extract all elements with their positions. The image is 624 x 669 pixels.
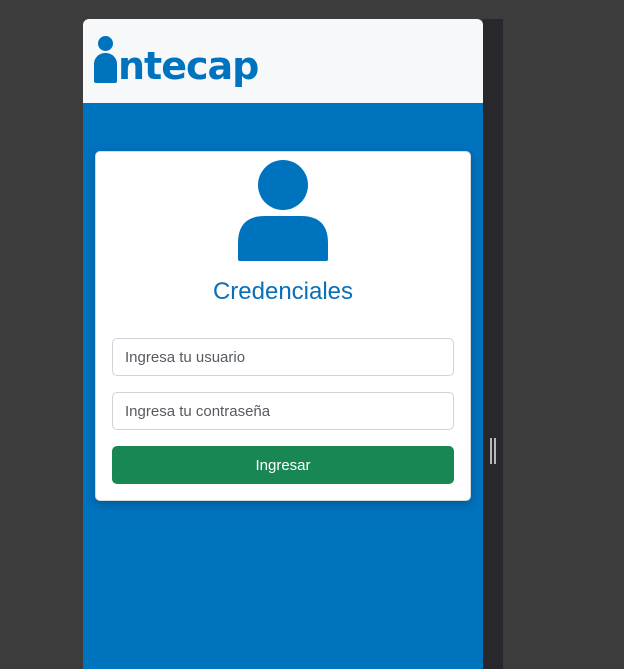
resize-handle[interactable] — [489, 438, 497, 466]
mobile-viewport: ntecap Credenciales Ingresar — [83, 19, 483, 669]
user-icon — [238, 160, 328, 261]
username-input[interactable] — [112, 338, 454, 376]
intecap-logo[interactable]: ntecap — [94, 29, 259, 91]
login-button[interactable]: Ingresar — [112, 446, 454, 484]
site-header: ntecap — [83, 19, 483, 103]
logo-text: ntecap — [118, 44, 259, 88]
logo-i-mark — [94, 29, 117, 91]
login-card: Credenciales Ingresar — [95, 151, 471, 501]
card-title: Credenciales — [212, 278, 354, 305]
password-input[interactable] — [112, 392, 454, 430]
viewport-gutter — [483, 19, 503, 669]
